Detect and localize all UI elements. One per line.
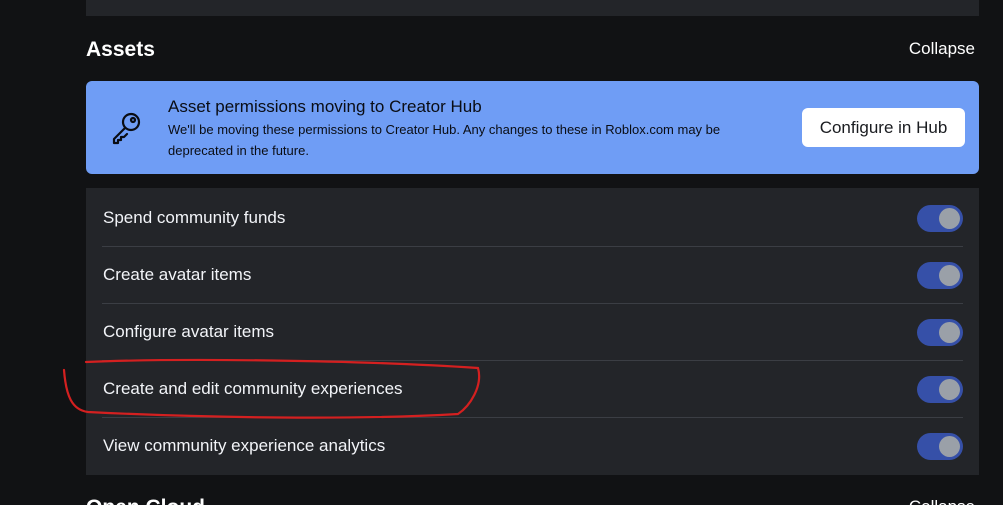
section-title: Assets [86, 38, 155, 61]
permission-label: View community experience analytics [103, 436, 386, 455]
creator-hub-banner: Asset permissions moving to Creator Hub … [86, 81, 979, 174]
permission-label: Configure avatar items [103, 322, 275, 341]
configure-in-hub-button[interactable]: Configure in Hub [802, 108, 965, 147]
permission-toggle[interactable] [917, 262, 963, 289]
permission-row: Create and edit community experiences [102, 361, 963, 418]
toggle-knob [939, 379, 960, 400]
permission-toggle[interactable] [917, 205, 963, 232]
toggle-knob [939, 436, 960, 457]
permissions-list: Spend community funds Create avatar item… [86, 188, 979, 475]
permission-label: Create avatar items [103, 265, 252, 284]
toggle-knob [939, 322, 960, 343]
permission-row: Configure avatar items [102, 304, 963, 361]
banner-title: Asset permissions moving to Creator Hub [168, 97, 482, 116]
section-title: Open Cloud [86, 496, 205, 505]
group-permissions-page: Assets Collapse Asset permissions moving… [0, 0, 1003, 505]
permission-toggle[interactable] [917, 433, 963, 460]
toggle-knob [939, 265, 960, 286]
permission-label: Spend community funds [103, 208, 286, 227]
permission-toggle[interactable] [917, 319, 963, 346]
permission-label: Create and edit community experiences [103, 379, 403, 398]
permission-toggle[interactable] [917, 376, 963, 403]
previous-section-panel [86, 0, 979, 16]
banner-description: We'll be moving these permissions to Cre… [168, 122, 721, 158]
permission-row: Spend community funds [102, 190, 963, 247]
open-cloud-section-header: Open Cloud Collapse [86, 492, 979, 505]
permission-row: View community experience analytics [102, 418, 963, 475]
permission-row: Create avatar items [102, 247, 963, 304]
toggle-knob [939, 208, 960, 229]
assets-section-header: Assets Collapse [86, 34, 979, 68]
collapse-button[interactable]: Collapse [909, 39, 975, 59]
key-icon [112, 112, 141, 145]
collapse-button[interactable]: Collapse [909, 497, 975, 505]
